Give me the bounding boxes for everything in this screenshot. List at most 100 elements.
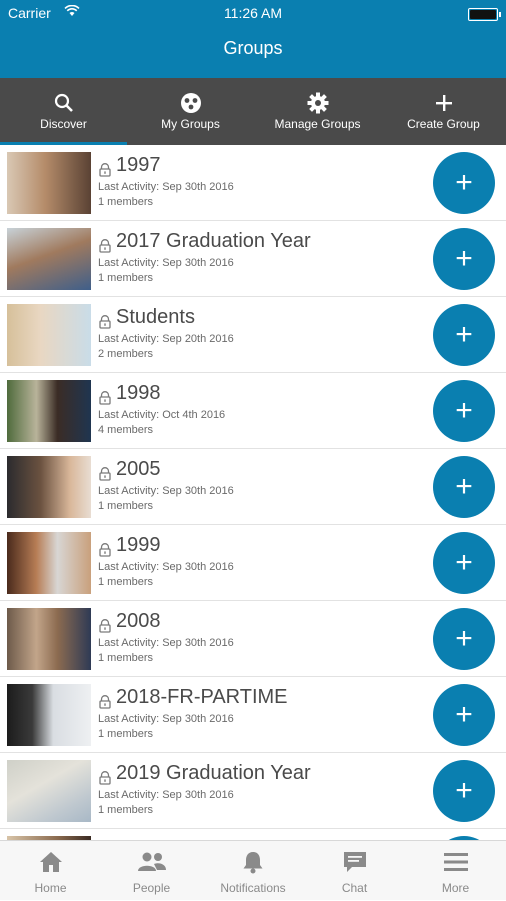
plus-icon: +	[455, 470, 473, 503]
plus-icon: +	[455, 166, 473, 199]
tab-label: My Groups	[161, 117, 220, 131]
member-count: 2 members	[98, 348, 154, 360]
join-group-button[interactable]: +	[433, 760, 495, 822]
group-thumbnail	[7, 152, 91, 214]
group-list: 1997 Last Activity: Sep 30th 2016 1 memb…	[0, 145, 506, 840]
chat-icon	[304, 850, 405, 874]
tab-manage-groups[interactable]: Manage Groups	[254, 78, 381, 145]
join-group-button[interactable]: +	[433, 608, 495, 670]
group-thumbnail	[7, 608, 91, 670]
join-group-button[interactable]: +	[433, 456, 495, 518]
list-item-partial[interactable]: +	[0, 829, 506, 840]
group-thumbnail	[7, 380, 91, 442]
tab-label: Create Group	[407, 117, 480, 131]
tab-label: Manage Groups	[274, 117, 361, 131]
status-bar: Carrier 11:26 AM	[0, 0, 506, 26]
group-thumbnail	[7, 532, 91, 594]
group-name: 2008	[116, 610, 161, 632]
last-activity: Last Activity: Sep 30th 2016	[98, 637, 234, 649]
plus-icon: +	[455, 622, 473, 655]
lock-icon	[98, 163, 112, 182]
plus-icon: +	[455, 774, 473, 807]
join-group-button[interactable]: +	[433, 380, 495, 442]
last-activity: Last Activity: Sep 30th 2016	[98, 789, 234, 801]
plus-icon	[381, 92, 506, 114]
menu-icon	[405, 850, 506, 874]
group-name: 2005	[116, 458, 161, 480]
last-activity: Last Activity: Sep 30th 2016	[98, 485, 234, 497]
lock-icon	[98, 619, 112, 638]
gear-icon	[254, 92, 381, 114]
lock-icon	[98, 239, 112, 258]
tab-label: Chat	[341, 881, 368, 895]
clock: 11:26 AM	[223, 5, 283, 21]
bell-icon	[202, 850, 304, 874]
list-item[interactable]: 1998 Last Activity: Oct 4th 2016 4 membe…	[0, 373, 506, 449]
last-activity: Last Activity: Sep 30th 2016	[98, 257, 234, 269]
tab-label: Discover	[40, 117, 87, 131]
header-bar: Carrier 11:26 AM Groups	[0, 0, 506, 78]
join-group-button[interactable]: +	[433, 228, 495, 290]
join-group-button[interactable]: +	[433, 152, 495, 214]
join-group-button[interactable]: +	[433, 684, 495, 746]
last-activity: Last Activity: Sep 20th 2016	[98, 333, 234, 345]
tab-people[interactable]: People	[101, 841, 202, 901]
group-thumbnail	[7, 456, 91, 518]
tab-create-group[interactable]: Create Group	[381, 78, 506, 145]
tab-notifications[interactable]: Notifications	[202, 841, 304, 901]
member-count: 1 members	[98, 652, 154, 664]
member-count: 1 members	[98, 196, 154, 208]
lock-icon	[98, 391, 112, 410]
member-count: 1 members	[98, 728, 154, 740]
group-thumbnail	[7, 304, 91, 366]
lock-icon	[98, 467, 112, 486]
last-activity: Last Activity: Sep 30th 2016	[98, 561, 234, 573]
group-thumbnail	[7, 228, 91, 290]
lock-icon	[98, 543, 112, 562]
group-name: 1997	[116, 154, 161, 176]
people-icon	[101, 850, 202, 874]
join-group-button[interactable]: +	[433, 532, 495, 594]
group-name: 1999	[116, 534, 161, 556]
join-group-button[interactable]: +	[433, 304, 495, 366]
group-name: 2017 Graduation Year	[116, 230, 311, 252]
plus-icon: +	[455, 546, 473, 579]
home-icon	[0, 850, 101, 874]
tab-more[interactable]: More	[405, 841, 506, 901]
plus-icon: +	[455, 394, 473, 427]
bottom-tab-bar: Home People Notifications Chat More	[0, 840, 506, 900]
list-item[interactable]: 1999 Last Activity: Sep 30th 2016 1 memb…	[0, 525, 506, 601]
list-item[interactable]: 2005 Last Activity: Sep 30th 2016 1 memb…	[0, 449, 506, 525]
tab-my-groups[interactable]: My Groups	[127, 78, 254, 145]
plus-icon: +	[455, 698, 473, 731]
tab-label: More	[441, 881, 470, 895]
battery-icon	[468, 8, 501, 21]
group-thumbnail	[7, 760, 91, 822]
list-item[interactable]: 2017 Graduation Year Last Activity: Sep …	[0, 221, 506, 297]
last-activity: Last Activity: Oct 4th 2016	[98, 409, 226, 421]
search-icon	[0, 92, 127, 114]
list-item[interactable]: Students Last Activity: Sep 20th 2016 2 …	[0, 297, 506, 373]
lock-icon	[98, 695, 112, 714]
plus-icon: +	[455, 318, 473, 351]
member-count: 4 members	[98, 424, 154, 436]
tab-label: Notifications	[220, 881, 286, 895]
member-count: 1 members	[98, 804, 154, 816]
tab-home[interactable]: Home	[0, 841, 101, 901]
list-item[interactable]: 2008 Last Activity: Sep 30th 2016 1 memb…	[0, 601, 506, 677]
group-name: 1998	[116, 382, 161, 404]
plus-icon: +	[455, 242, 473, 275]
lock-icon	[98, 315, 112, 334]
group-name: 2019 Graduation Year	[116, 762, 311, 784]
member-count: 1 members	[98, 272, 154, 284]
groups-icon	[127, 92, 254, 114]
tab-label: People	[132, 881, 171, 895]
list-item[interactable]: 2019 Graduation Year Last Activity: Sep …	[0, 753, 506, 829]
tab-discover[interactable]: Discover	[0, 78, 127, 145]
list-item[interactable]: 1997 Last Activity: Sep 30th 2016 1 memb…	[0, 145, 506, 221]
group-thumbnail	[7, 684, 91, 746]
tab-chat[interactable]: Chat	[304, 841, 405, 901]
page-title: Groups	[223, 38, 283, 58]
list-item[interactable]: 2018-FR-PARTIME Last Activity: Sep 30th …	[0, 677, 506, 753]
group-tabs: Discover My Groups Manage Groups Create …	[0, 78, 506, 145]
